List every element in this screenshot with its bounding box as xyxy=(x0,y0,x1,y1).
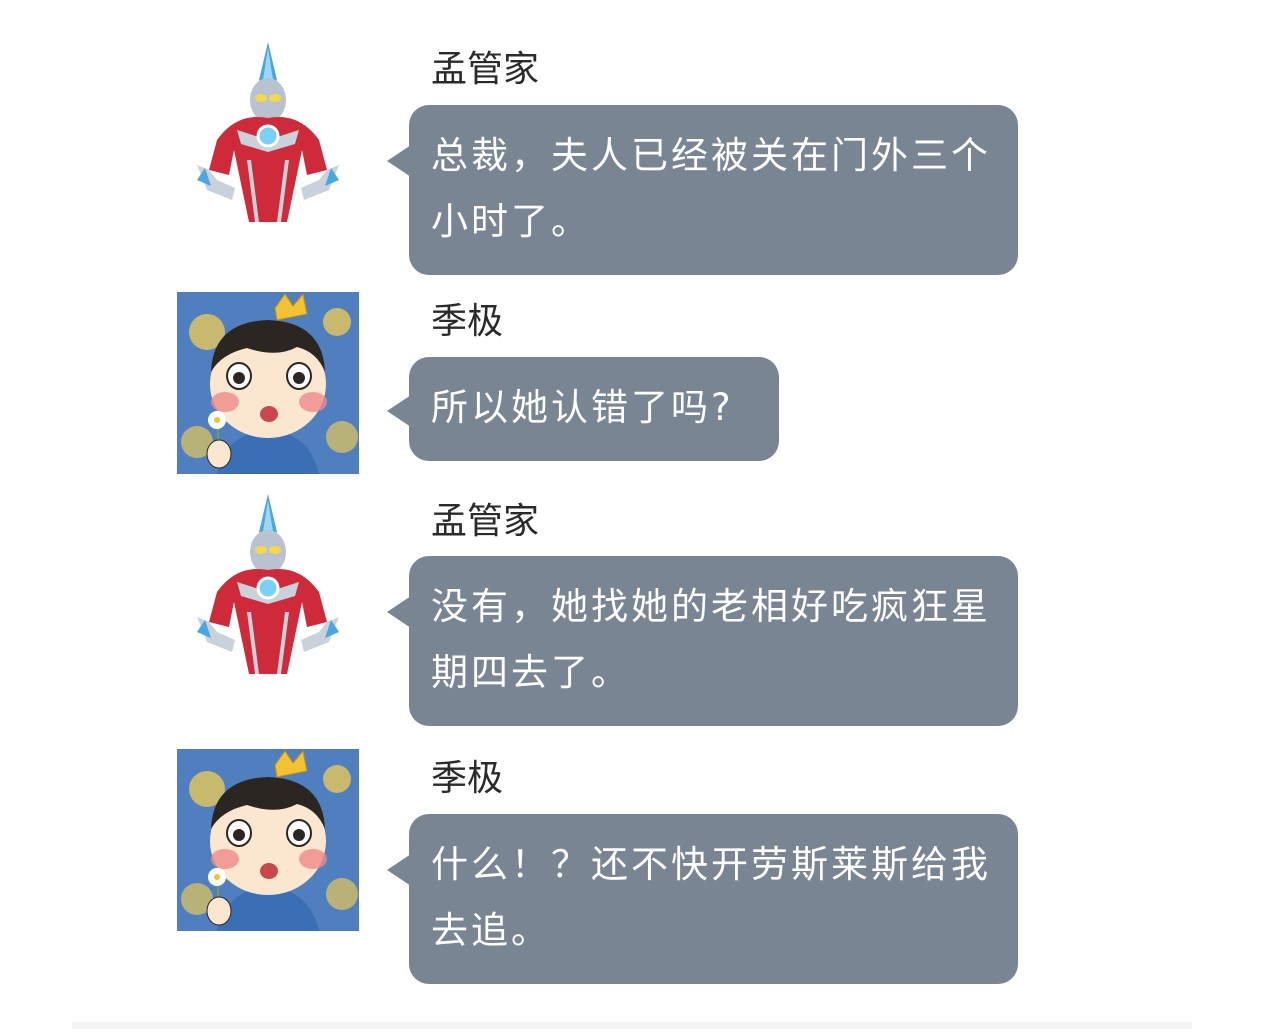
message-text: 没有，她找她的老相好吃疯狂星期四去了。 xyxy=(431,585,991,694)
hero-avatar-icon[interactable] xyxy=(177,40,359,222)
bubble-tail xyxy=(387,854,411,886)
sender-name: 孟管家 xyxy=(431,501,540,542)
sender-name: 季极 xyxy=(431,758,504,799)
message-text: 什么！？还不快开劳斯莱斯给我去追。 xyxy=(431,843,991,952)
boy-king-avatar-icon[interactable] xyxy=(177,749,359,931)
divider xyxy=(72,1022,1192,1029)
bubble-tail xyxy=(387,395,411,427)
message-text: 所以她认错了吗? xyxy=(431,386,734,429)
message-bubble[interactable]: 什么！？还不快开劳斯莱斯给我去追。 xyxy=(387,814,1018,984)
boy-king-avatar-icon[interactable] xyxy=(177,292,359,474)
chat-screen: 孟管家 总裁，夫人已经被关在门外三个小时了。 季极 所以她认错了吗? 孟管家 没… xyxy=(0,0,1264,1029)
bubble-tail xyxy=(387,145,411,177)
message-bubble[interactable]: 总裁，夫人已经被关在门外三个小时了。 xyxy=(387,105,1018,275)
message-bubble[interactable]: 所以她认错了吗? xyxy=(387,357,779,461)
message-bubble[interactable]: 没有，她找她的老相好吃疯狂星期四去了。 xyxy=(387,556,1018,726)
hero-avatar-icon[interactable] xyxy=(177,492,359,674)
sender-name: 季极 xyxy=(431,301,504,342)
bubble-tail xyxy=(387,596,411,628)
message-text: 总裁，夫人已经被关在门外三个小时了。 xyxy=(431,134,991,243)
sender-name: 孟管家 xyxy=(431,49,540,90)
